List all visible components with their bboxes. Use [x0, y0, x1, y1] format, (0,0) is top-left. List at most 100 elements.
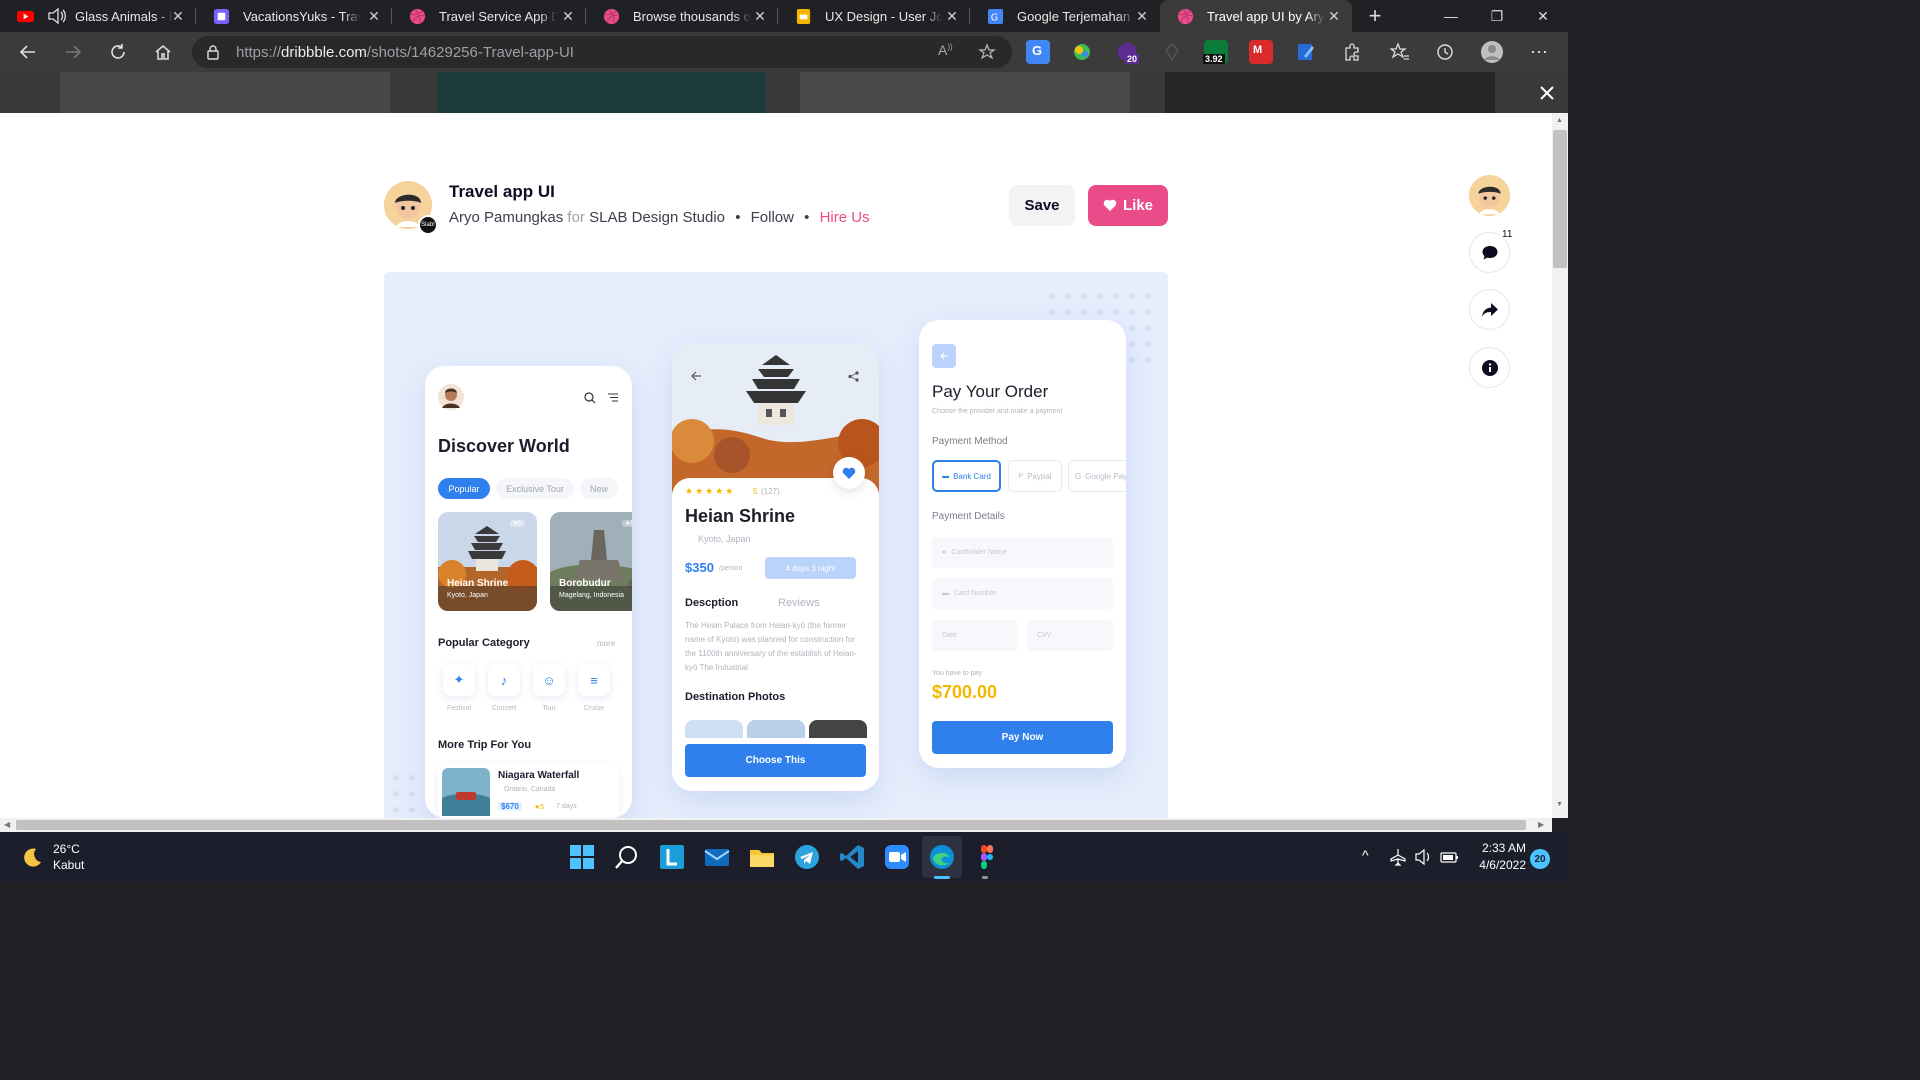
close-tab-icon[interactable]: ✕ [560, 8, 576, 24]
tab-travel-service[interactable]: Travel Service App Design ✕ [392, 0, 586, 32]
tab-reviews: Reviews [778, 597, 820, 609]
edge-icon[interactable] [929, 844, 955, 870]
separator-dot: • [804, 209, 810, 226]
scroll-left-arrow[interactable]: ◀ [4, 820, 10, 829]
close-tab-icon[interactable]: ✕ [944, 8, 960, 24]
back-arrow-icon [691, 371, 701, 381]
shot-image[interactable]: Discover World Popular Exclusive Tour Ne… [384, 272, 1168, 818]
extensions-puzzle-icon[interactable] [1336, 36, 1368, 68]
l-app-icon[interactable] [659, 844, 685, 870]
read-aloud-icon[interactable]: A)) [938, 42, 953, 58]
have-to-pay-label: You have to pay [932, 670, 982, 677]
profile-avatar[interactable] [1476, 36, 1508, 68]
minimize-button[interactable]: — [1428, 0, 1474, 32]
close-modal-icon[interactable] [1539, 85, 1555, 101]
team-badge[interactable]: Slab! [418, 215, 438, 235]
close-tab-icon[interactable]: ✕ [1134, 8, 1150, 24]
side-author-avatar[interactable] [1469, 175, 1510, 216]
figma-icon[interactable] [974, 844, 1000, 870]
more-menu-icon[interactable]: ⋯ [1523, 36, 1555, 68]
search-icon[interactable] [614, 844, 640, 870]
tab-title: VacationsYuks - Travel [243, 8, 361, 24]
payment-method-title: Payment Method [932, 436, 1008, 447]
new-tab-button[interactable]: + [1352, 0, 1398, 32]
back-button[interactable] [12, 36, 44, 68]
clock-time[interactable]: 2:33 AM [1474, 841, 1526, 855]
background-shot-thumb [60, 72, 390, 113]
forward-button[interactable] [57, 36, 89, 68]
team-name-link[interactable]: SLAB Design Studio [589, 209, 725, 226]
tab-ux-design[interactable]: UX Design - User Journey ✕ [778, 0, 970, 32]
more-trip-title: More Trip For You [438, 739, 532, 751]
tab-glass-animals[interactable]: Glass Animals - Heat Waves ✕ [0, 0, 196, 32]
hire-us-link[interactable]: Hire Us [820, 209, 870, 226]
follow-link[interactable]: Follow [751, 209, 794, 226]
like-button[interactable]: Like [1088, 185, 1168, 226]
favorites-icon[interactable] [1384, 36, 1416, 68]
tab-browse-thousands[interactable]: Browse thousands of Vacation ✕ [586, 0, 778, 32]
author-name-link[interactable]: Aryo Pamungkas [449, 209, 563, 226]
battery-icon[interactable] [1439, 848, 1459, 866]
volume-icon[interactable] [1414, 848, 1432, 866]
color-extension-icon[interactable] [1070, 40, 1094, 64]
windows-start-icon[interactable] [569, 844, 595, 870]
extension-badge: 3.92 [1203, 54, 1225, 64]
payment-screen: Pay Your Order Choose the provider and m… [919, 320, 1126, 768]
translate-extension-icon[interactable]: G [1026, 40, 1050, 64]
url-text[interactable]: https://dribbble.com/shots/14629256-Trav… [236, 44, 574, 61]
address-bar[interactable]: https://dribbble.com/shots/14629256-Trav… [192, 36, 1012, 68]
mendeley-extension-icon[interactable]: M [1249, 40, 1273, 64]
vscode-icon[interactable] [839, 844, 865, 870]
close-tab-icon[interactable]: ✕ [1326, 8, 1342, 24]
scroll-right-arrow[interactable]: ▶ [1538, 820, 1544, 829]
weather-widget[interactable]: 26°C Kabut [20, 840, 140, 874]
destination-photo [809, 720, 867, 738]
hexagon-extension-icon[interactable]: 20 [1115, 40, 1140, 64]
clock-date[interactable]: 4/6/2022 [1464, 858, 1526, 872]
restore-button[interactable]: ❐ [1474, 0, 1520, 32]
close-tab-icon[interactable]: ✕ [752, 8, 768, 24]
category-label: Concert [491, 705, 517, 712]
disabled-extension-icon[interactable] [1160, 40, 1184, 64]
close-tab-icon[interactable]: ✕ [170, 8, 186, 24]
horizontal-scrollbar[interactable]: ◀ ▶ [0, 818, 1552, 832]
close-tab-icon[interactable]: ✕ [366, 8, 382, 24]
share-button[interactable] [1469, 289, 1510, 330]
back-arrow-icon [932, 344, 956, 368]
history-icon[interactable] [1429, 36, 1461, 68]
tab-travel-app-ui[interactable]: Travel app UI by Aryo Pamungkas ✕ [1160, 0, 1352, 32]
favorite-add-icon[interactable] [978, 43, 996, 61]
method-google-pay: G Google Pay [1068, 460, 1126, 492]
chevron-up-icon[interactable]: ^ [1362, 847, 1369, 863]
telegram-icon[interactable] [794, 844, 820, 870]
airplane-mode-icon[interactable] [1389, 848, 1407, 866]
dimmed-backdrop[interactable] [0, 72, 1568, 113]
windows-taskbar: 26°C Kabut ^ 2:33 AM 4/6/2022 20 [0, 832, 1568, 882]
figma-doc-icon [213, 8, 230, 24]
refresh-button[interactable] [102, 36, 134, 68]
scrollbar-thumb[interactable] [16, 820, 1526, 830]
google-slides-icon [796, 8, 811, 24]
save-button[interactable]: Save [1009, 185, 1075, 226]
tab-vacationsyuks[interactable]: VacationsYuks - Travel ✕ [196, 0, 392, 32]
notification-badge[interactable]: 20 [1530, 849, 1550, 869]
scrollbar-thumb[interactable] [1553, 130, 1567, 268]
dribbble-icon [603, 8, 620, 24]
details-button[interactable] [1469, 347, 1510, 388]
mail-icon[interactable] [704, 844, 730, 870]
zoom-icon[interactable] [884, 844, 910, 870]
detail-rating: 5 [753, 487, 758, 496]
scroll-up-arrow[interactable]: ▲ [1556, 117, 1563, 124]
home-button[interactable] [147, 36, 179, 68]
vertical-scrollbar[interactable]: ▲ ▼ [1552, 113, 1568, 818]
star-rating-icon: ★★★★★ [685, 486, 736, 496]
stats-extension-icon[interactable]: 3.92 [1203, 40, 1228, 64]
edit-extension-icon[interactable] [1294, 40, 1318, 64]
comments-button[interactable]: 11 [1469, 229, 1515, 273]
speaker-icon[interactable] [47, 7, 67, 25]
scroll-down-arrow[interactable]: ▼ [1556, 801, 1563, 808]
file-explorer-icon[interactable] [749, 844, 775, 870]
close-window-button[interactable]: ✕ [1520, 0, 1566, 32]
for-word: for [567, 209, 585, 226]
tab-google-terjemahan[interactable]: G Google Terjemahan ✕ [970, 0, 1160, 32]
